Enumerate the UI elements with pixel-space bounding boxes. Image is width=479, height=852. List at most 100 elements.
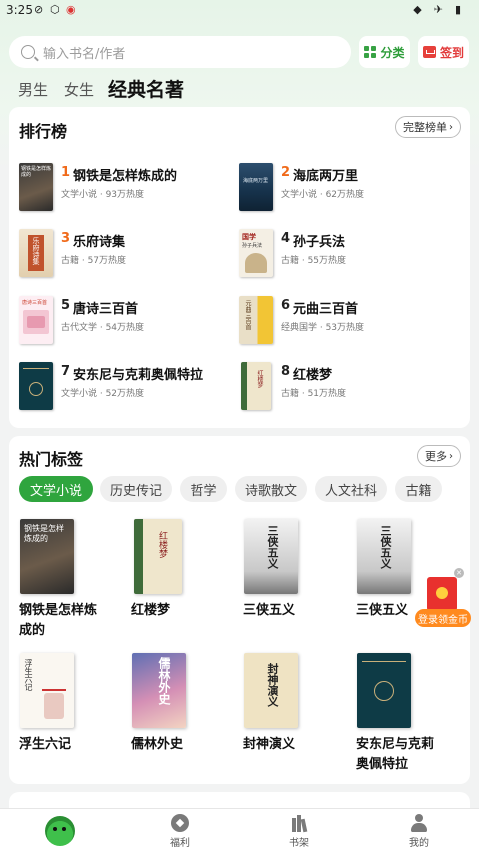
more-tags-label: 更多 xyxy=(425,450,447,463)
book-title: 封神演义 xyxy=(243,737,296,752)
cover-text: 国学 xyxy=(242,233,256,241)
book-meta: 古代文学 · 54万热度 xyxy=(61,323,145,333)
tab-classics[interactable]: 经典名著 xyxy=(108,75,184,102)
book-title: 儒林外史 xyxy=(131,737,184,752)
book-meta: 文学小说 · 93万热度 xyxy=(61,190,145,200)
book-title: 乐府诗集 xyxy=(73,235,126,250)
search-icon xyxy=(21,45,35,59)
ranking-item-5[interactable]: 唐诗三百首 5 唐诗三百首 古代文学 · 54万热度 xyxy=(19,296,239,346)
book-title: 唐诗三百首 xyxy=(73,302,139,317)
rank-number: 4 xyxy=(281,231,291,246)
tab-female[interactable]: 女生 xyxy=(64,79,94,100)
cover-text: 钢铁是怎样炼成的 xyxy=(24,524,64,543)
book-cover: 钢铁是怎样炼成的 xyxy=(20,519,74,594)
rank-number: 8 xyxy=(281,364,291,379)
ranking-item-6[interactable]: 元曲三百首 6 元曲三百首 经典国学 · 53万热度 xyxy=(239,296,459,346)
book-cover: 唐诗三百首 xyxy=(19,296,53,344)
book-cover: 浮生六记 xyxy=(20,653,74,728)
tag-history[interactable]: 历史传记 xyxy=(100,476,172,502)
book-meta: 文学小说 · 62万热度 xyxy=(281,190,365,200)
tag-philosophy[interactable]: 哲学 xyxy=(180,476,227,502)
book-cover: 红楼梦 xyxy=(134,519,182,594)
cover-text: 唐诗三百首 xyxy=(22,300,48,306)
ranking-item-7[interactable]: 7 安东尼与克莉奥佩特拉 文学小说 · 52万热度 xyxy=(19,362,239,412)
cover-text: 元曲三百首 xyxy=(244,300,251,330)
hot-tags-title: 热门标签 xyxy=(19,450,84,469)
tag-literature[interactable]: 文学小说 xyxy=(19,476,93,502)
book-meta: 古籍 · 57万热度 xyxy=(61,256,127,266)
ranking-item-4[interactable]: 国学 孙子兵法 4 孙子兵法 古籍 · 55万热度 xyxy=(239,229,459,279)
nav-mine[interactable]: 我的 xyxy=(389,809,449,852)
cover-text: 钢铁是怎样炼成的 xyxy=(21,166,52,178)
cover-subtitle: 孙子兵法 xyxy=(242,243,263,249)
book-meta: 古籍 · 51万热度 xyxy=(281,389,347,399)
book-title: 钢铁是怎样炼成的 xyxy=(73,169,178,184)
cover-text: 三侠五义 xyxy=(379,525,392,569)
book-cover: 封神演义 xyxy=(244,653,298,728)
book-title: 浮生六记 xyxy=(19,737,72,752)
nav-welfare[interactable]: 福利 xyxy=(150,809,210,852)
book-title: 海底两万里 xyxy=(293,169,359,184)
bookshelf-label: 书架 xyxy=(289,838,309,849)
rank-number: 2 xyxy=(281,165,291,180)
book-cover: 海底两万里 xyxy=(239,163,273,211)
book-cover: 三侠五义 xyxy=(244,519,298,594)
mine-label: 我的 xyxy=(409,838,429,849)
cover-text: 红楼梦 xyxy=(256,370,263,388)
ranking-item-2[interactable]: 海底两万里 2 海底两万里 文学小说 · 62万热度 xyxy=(239,163,459,213)
full-ranking-label: 完整榜单 xyxy=(403,121,447,134)
cover-text: 乐府诗集 xyxy=(32,237,40,265)
profile-icon xyxy=(410,814,428,832)
category-button[interactable]: 分类 xyxy=(359,36,410,68)
status-time: 3:25 xyxy=(6,3,33,17)
book-meta: 文学小说 · 52万热度 xyxy=(61,389,145,399)
book-cover: 三侠五义 xyxy=(357,519,411,594)
tag-ancient-books[interactable]: 古籍 xyxy=(395,476,442,502)
login-coins-badge[interactable]: ✕ 登录领金币 xyxy=(415,568,471,631)
book-cover xyxy=(19,362,53,410)
ranking-item-1[interactable]: 钢铁是怎样炼成的 1 钢铁是怎样炼成的 文学小说 · 93万热度 xyxy=(19,163,239,213)
rank-number: 6 xyxy=(281,298,291,313)
book-title: 安东尼与克莉奥佩特拉 xyxy=(73,368,204,383)
tag-humanities[interactable]: 人文社科 xyxy=(315,476,387,502)
book-title: 三侠五义 xyxy=(243,603,296,618)
book-cover: 元曲三百首 xyxy=(239,296,273,344)
bookshelf-icon xyxy=(290,814,308,833)
tag-poetry[interactable]: 诗歌散文 xyxy=(235,476,307,502)
full-ranking-button[interactable]: 完整榜单 › xyxy=(395,116,461,138)
search-placeholder: 输入书名/作者 xyxy=(43,46,126,62)
red-envelope-icon xyxy=(427,577,457,611)
book-title: 安东尼与克莉奥佩特拉 xyxy=(356,737,435,772)
cube-icon: ⬡ xyxy=(50,3,60,16)
login-coins-label: 登录领金币 xyxy=(415,609,471,627)
cover-text: 红楼梦 xyxy=(157,531,167,558)
tab-male[interactable]: 男生 xyxy=(18,79,48,100)
book-title: 孙子兵法 xyxy=(293,235,346,250)
book-cover: 儒林外史 xyxy=(132,653,186,728)
welfare-icon xyxy=(171,814,189,832)
cover-text: 儒林外史 xyxy=(157,657,171,705)
calendar-icon xyxy=(422,46,436,58)
book-cover: 国学 孙子兵法 xyxy=(239,229,273,277)
rank-number: 5 xyxy=(61,298,71,313)
rank-number: 7 xyxy=(61,364,71,379)
ranking-card: 排行榜 完整榜单 › 钢铁是怎样炼成的 1 钢铁是怎样炼成的 文学小说 · 93… xyxy=(9,107,470,428)
nav-home[interactable] xyxy=(30,809,90,852)
book-title: 钢铁是怎样炼成的 xyxy=(19,603,98,638)
cover-text: 三侠五义 xyxy=(266,525,279,569)
ranking-item-8[interactable]: 红楼梦 8 红楼梦 古籍 · 51万热度 xyxy=(239,362,459,412)
more-tags-button[interactable]: 更多 › xyxy=(417,445,461,467)
book-meta: 古籍 · 55万热度 xyxy=(281,256,347,266)
book-title: 元曲三百首 xyxy=(293,302,359,317)
ranking-title: 排行榜 xyxy=(19,122,68,141)
signin-button[interactable]: 签到 xyxy=(418,36,469,68)
status-bar: 3:25 ⊘ ⬡ ◉ ◆ ✈ ▮ xyxy=(0,0,479,22)
ranking-item-3[interactable]: 乐府诗集 3 乐府诗集 古籍 · 57万热度 xyxy=(19,229,239,279)
nav-bookshelf[interactable]: 书架 xyxy=(269,809,329,852)
search-input[interactable]: 输入书名/作者 xyxy=(9,36,351,68)
book-meta: 经典国学 · 53万热度 xyxy=(281,323,365,333)
signin-label: 签到 xyxy=(439,45,464,60)
category-label: 分类 xyxy=(380,45,405,60)
chevron-right-icon: › xyxy=(449,450,453,462)
book-cover: 乐府诗集 xyxy=(19,229,53,277)
